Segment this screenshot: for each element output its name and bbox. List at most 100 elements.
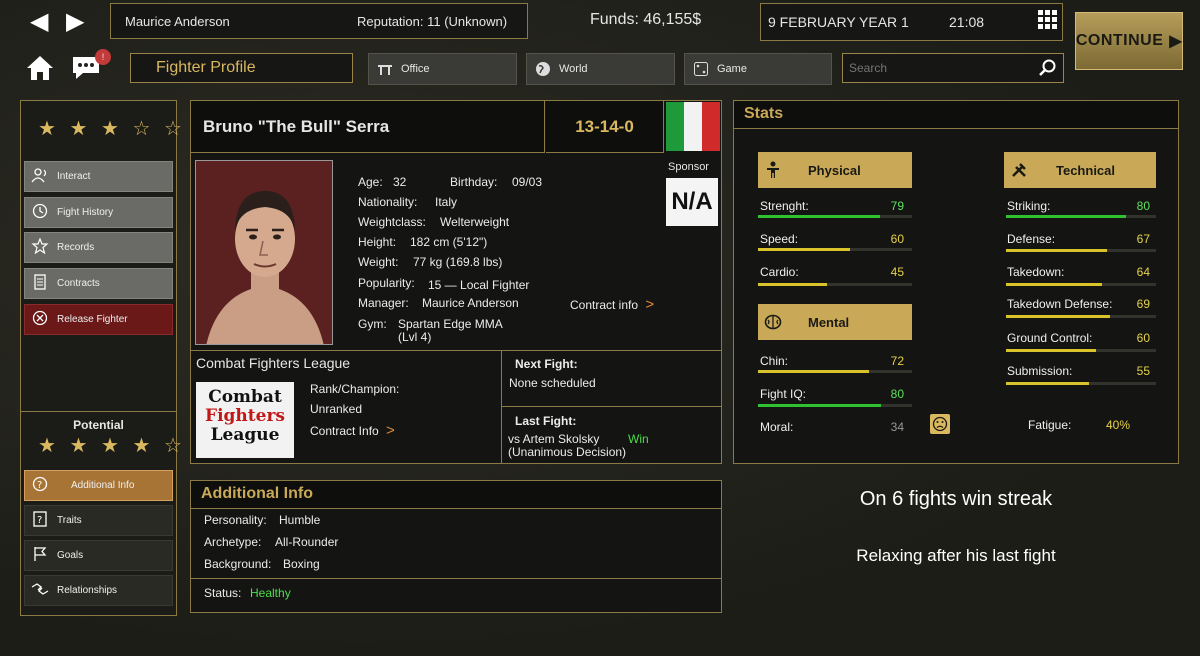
sidebar-item-fight-history[interactable]: Fight History <box>24 197 173 228</box>
weightclass-value: Welterweight <box>440 215 510 229</box>
stat-value: 55 <box>1136 364 1150 378</box>
popularity-label: Popularity: <box>358 276 415 290</box>
funds-text: Funds: 46,155$ <box>590 11 702 28</box>
search-box[interactable] <box>842 53 1064 83</box>
height-label: Height: <box>358 235 397 249</box>
birthday-label: Birthday: <box>450 175 498 189</box>
sidebar-item-label: Goals <box>57 550 84 561</box>
traits-icon: ? <box>31 511 49 530</box>
technical-header: Technical <box>1004 152 1156 188</box>
sponsor-label: Sponsor <box>668 161 709 173</box>
weight-value: 77 kg (169.8 lbs) <box>413 255 503 269</box>
sidebar-item-contracts[interactable]: Contracts <box>24 268 173 299</box>
manager-link[interactable]: Maurice Anderson <box>422 296 519 310</box>
rank-label: Rank/Champion: <box>310 382 400 396</box>
game-button[interactable]: Game <box>684 53 832 85</box>
fatigue-label: Fatigue: <box>1028 418 1072 432</box>
stat-label: Fight IQ: <box>760 387 807 401</box>
stat-bar <box>1006 315 1156 318</box>
stat-bar-fill <box>758 215 880 218</box>
stat-label: Cardio: <box>760 265 799 279</box>
forward-arrow-icon[interactable]: ▶ <box>66 10 84 34</box>
stat-label: Ground Control: <box>1007 331 1093 345</box>
continue-button[interactable]: CONTINUE ▶ <box>1075 12 1183 70</box>
stat-bar <box>758 370 912 373</box>
nationality-label: Nationality: <box>358 195 418 209</box>
stat-value: 80 <box>1136 199 1150 213</box>
stat-bar <box>758 404 912 407</box>
stat-value: 80 <box>890 387 904 401</box>
back-arrow-icon[interactable]: ◀ <box>30 10 48 34</box>
search-input[interactable] <box>849 58 1029 78</box>
manager-info-box: Maurice Anderson Reputation: 11 (Unknown… <box>110 3 528 39</box>
archetype-value: All-Rounder <box>275 535 339 549</box>
sidebar-item-label: Release Fighter <box>57 314 128 325</box>
office-button[interactable]: Office <box>368 53 517 85</box>
stat-bar-fill <box>758 370 869 373</box>
sidebar-item-goals[interactable]: Goals <box>24 540 173 571</box>
status-divider <box>191 578 721 579</box>
stat-bar-fill <box>1006 283 1102 286</box>
sidebar-item-release-fighter[interactable]: Release Fighter <box>24 304 173 335</box>
personality-label: Personality: <box>204 513 267 527</box>
status-label: Status: <box>204 586 242 600</box>
stat-label: Takedown Defense: <box>1007 297 1113 311</box>
weight-label: Weight: <box>358 255 399 269</box>
globe-icon <box>535 61 551 77</box>
mood-text: Relaxing after his last fight <box>856 546 1056 565</box>
gym-level: (Lvl 4) <box>398 330 432 344</box>
calendar-grid-icon[interactable] <box>1038 10 1058 37</box>
last-fight-opponent[interactable]: vs Artem Skolsky <box>508 432 599 446</box>
gym-label: Gym: <box>358 317 387 331</box>
sidebar-item-records[interactable]: Records <box>24 232 173 263</box>
brain-icon <box>758 314 788 330</box>
last-fight-label: Last Fight: <box>515 414 577 428</box>
sidebar-item-additional-info[interactable]: ? Additional Info <box>24 470 173 501</box>
stat-bar-fill <box>1006 249 1107 252</box>
sad-face-icon <box>930 414 950 434</box>
league-logo-line: League <box>210 425 280 445</box>
chevron-right-icon: > <box>645 296 655 313</box>
search-icon[interactable] <box>1039 59 1057 82</box>
stats-title: Stats <box>744 105 784 122</box>
age-value: 32 <box>393 175 407 189</box>
svg-text:?: ? <box>37 515 42 526</box>
stat-bar-fill <box>1006 349 1096 352</box>
contract-info-label: Contract info <box>570 298 639 312</box>
league-name: Combat Fighters League <box>196 355 351 371</box>
notification-badge: ! <box>95 49 111 65</box>
home-icon[interactable] <box>26 54 54 87</box>
fighter-name: Bruno "The Bull" Serra <box>203 117 390 136</box>
name-header: Bruno "The Bull" Serra <box>191 101 545 153</box>
sidebar-item-label: Fight History <box>57 207 114 218</box>
technical-title: Technical <box>1056 162 1116 178</box>
next-fight-value: None scheduled <box>509 376 596 390</box>
stat-value: 45 <box>890 265 904 279</box>
stat-bar <box>1006 349 1156 352</box>
sidebar-item-interact[interactable]: Interact <box>24 161 173 192</box>
league-contract-info-link[interactable]: Contract Info > <box>310 422 395 439</box>
world-button[interactable]: World <box>526 53 675 85</box>
record-box: 13-14-0 <box>546 101 664 153</box>
close-circle-icon <box>31 310 49 329</box>
sidebar-item-label: Records <box>57 242 95 253</box>
stat-label: Strenght: <box>760 199 809 213</box>
status-value: Healthy <box>250 586 291 600</box>
stat-value: 60 <box>890 232 904 246</box>
tools-icon <box>1004 161 1034 179</box>
potential-stars: ★ ★ ★ ★ ☆ <box>38 435 186 457</box>
sidebar-item-relationships[interactable]: Relationships <box>24 575 173 606</box>
contract-info-link[interactable]: Contract info > <box>570 296 654 313</box>
sidebar-item-label: Traits <box>57 515 82 526</box>
gym-link[interactable]: Spartan Edge MMA <box>398 317 503 331</box>
moral-label: Moral: <box>760 420 794 434</box>
sidebar-item-traits[interactable]: ? Traits <box>24 505 173 536</box>
fight-divider <box>502 406 721 407</box>
question-icon: ? <box>31 476 49 495</box>
stat-bar-fill <box>758 283 828 286</box>
moral-value: 34 <box>890 420 904 434</box>
birthday-value: 09/03 <box>512 175 543 189</box>
time-text: 21:08 <box>949 14 985 30</box>
interact-icon <box>31 167 49 186</box>
additional-info-header: Additional Info <box>191 481 721 509</box>
